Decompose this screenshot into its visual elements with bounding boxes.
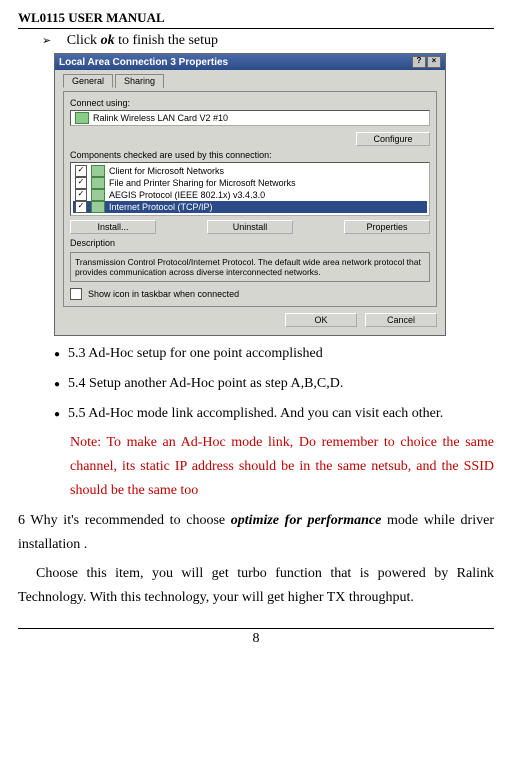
component-icon <box>91 201 105 213</box>
close-icon[interactable]: × <box>427 56 441 68</box>
checkbox-icon[interactable] <box>70 288 82 300</box>
item-5-5: 5.5 Ad-Hoc mode link accomplished. And y… <box>18 402 494 426</box>
page-number: 8 <box>18 628 494 647</box>
text: 6 Why it's recommended to choose <box>18 513 231 528</box>
emphasis-ok: ok <box>101 33 115 48</box>
description-label: Description <box>70 238 430 248</box>
tab-strip: General Sharing <box>63 74 437 88</box>
item-5-4: 5.4 Setup another Ad-Hoc point as step A… <box>18 372 494 396</box>
emphasis-optimize: optimize for performance <box>231 513 382 528</box>
adapter-field: Ralink Wireless LAN Card V2 #10 <box>70 110 430 126</box>
dialog-body: General Sharing Connect using: Ralink Wi… <box>55 70 445 335</box>
connect-using-label: Connect using: <box>70 98 430 108</box>
dialog-title: Local Area Connection 3 Properties <box>59 57 228 68</box>
configure-button[interactable]: Configure <box>356 132 430 146</box>
para-7: Choose this item, you will get turbo fun… <box>18 562 494 610</box>
dialog-footer: OK Cancel <box>63 313 437 327</box>
help-icon[interactable]: ? <box>412 56 426 68</box>
text: Click <box>67 33 101 48</box>
note-text: Note: To make an Ad-Hoc mode link, Do re… <box>18 431 494 502</box>
checkbox-icon[interactable]: ✓ <box>75 201 87 213</box>
component-label: AEGIS Protocol (IEEE 802.1x) v3.4.3.0 <box>109 190 265 200</box>
checkbox-icon[interactable]: ✓ <box>75 165 87 177</box>
uninstall-button[interactable]: Uninstall <box>207 220 293 234</box>
list-item-selected[interactable]: ✓ Internet Protocol (TCP/IP) <box>73 201 427 213</box>
ok-button[interactable]: OK <box>285 313 357 327</box>
item-5-3: 5.3 Ad-Hoc setup for one point accomplis… <box>18 342 494 366</box>
show-icon-label: Show icon in taskbar when connected <box>88 289 239 299</box>
show-icon-row: Show icon in taskbar when connected <box>70 288 430 300</box>
components-list: ✓ Client for Microsoft Networks ✓ File a… <box>70 162 430 216</box>
tab-sharing[interactable]: Sharing <box>115 74 164 88</box>
component-label: File and Printer Sharing for Microsoft N… <box>109 178 296 188</box>
list-item[interactable]: ✓ File and Printer Sharing for Microsoft… <box>73 177 427 189</box>
nic-icon <box>75 112 89 124</box>
dialog-titlebar: Local Area Connection 3 Properties ? × <box>55 54 445 70</box>
step-click-ok: Click ok to finish the setup <box>18 33 494 49</box>
text: to finish the setup <box>115 33 218 48</box>
component-icon <box>91 177 105 189</box>
description-box: Transmission Control Protocol/Internet P… <box>70 252 430 282</box>
list-item[interactable]: ✓ Client for Microsoft Networks <box>73 165 427 177</box>
doc-header: WL0115 USER MANUAL <box>18 10 494 29</box>
component-icon <box>91 165 105 177</box>
install-button[interactable]: Install... <box>70 220 156 234</box>
component-label: Internet Protocol (TCP/IP) <box>109 202 213 212</box>
window-controls: ? × <box>412 56 441 68</box>
para-6: 6 Why it's recommended to choose optimiz… <box>18 509 494 557</box>
component-buttons: Install... Uninstall Properties <box>70 220 430 234</box>
list-item[interactable]: ✓ AEGIS Protocol (IEEE 802.1x) v3.4.3.0 <box>73 189 427 201</box>
properties-button[interactable]: Properties <box>344 220 430 234</box>
checkbox-icon[interactable]: ✓ <box>75 177 87 189</box>
components-label: Components checked are used by this conn… <box>70 150 430 160</box>
embedded-dialog: Local Area Connection 3 Properties ? × G… <box>54 53 446 336</box>
component-label: Client for Microsoft Networks <box>109 166 224 176</box>
checkbox-icon[interactable]: ✓ <box>75 189 87 201</box>
tab-general[interactable]: General <box>63 74 113 88</box>
cancel-button[interactable]: Cancel <box>365 313 437 327</box>
component-icon <box>91 189 105 201</box>
general-panel: Connect using: Ralink Wireless LAN Card … <box>63 91 437 307</box>
adapter-name: Ralink Wireless LAN Card V2 #10 <box>93 113 228 123</box>
